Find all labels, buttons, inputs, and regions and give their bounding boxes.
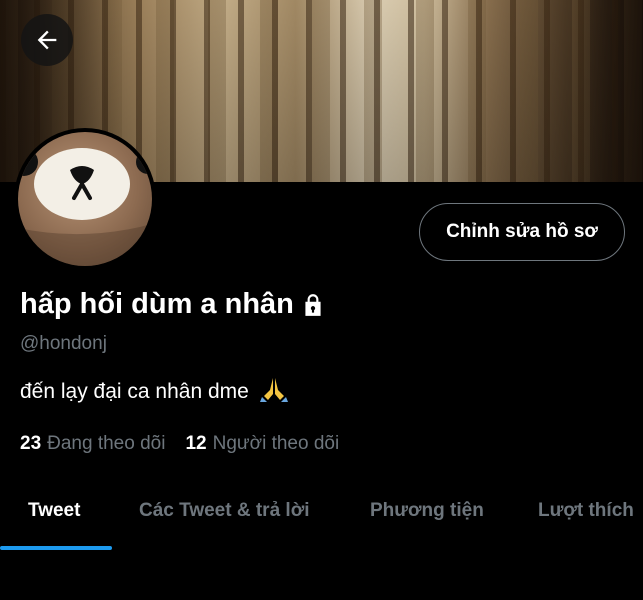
avatar[interactable] (14, 128, 156, 270)
tab-tweets-and-replies[interactable]: Các Tweet & trả lời (139, 474, 309, 548)
avatar-image (18, 132, 152, 266)
profile-stats: 23 Đang theo dõi 12 Người theo dõi (20, 433, 359, 455)
profile-bio: đến lạy đại ca nhân dme (20, 376, 289, 404)
profile-name-row: hấp hối dùm a nhân (20, 288, 326, 321)
folded-hands-icon (259, 378, 288, 402)
profile-tabs: Tweet Các Tweet & trả lời Phương tiện Lư… (0, 474, 643, 548)
lock-icon (305, 293, 321, 316)
tab-tweets[interactable]: Tweet (28, 474, 80, 548)
tab-likes[interactable]: Lượt thích (538, 474, 634, 548)
following-link[interactable]: 23 Đang theo dõi (20, 433, 165, 455)
edit-profile-button[interactable]: Chỉnh sửa hồ sơ (419, 203, 625, 261)
banner-right-shadow (573, 0, 643, 182)
following-label: Đang theo dõi (47, 433, 166, 454)
followers-label: Người theo dõi (212, 433, 340, 454)
following-count: 23 (20, 433, 42, 454)
arrow-left-icon (37, 30, 57, 50)
profile-handle: @hondonj (20, 333, 107, 354)
followers-link[interactable]: 12 Người theo dõi (185, 433, 339, 455)
back-button[interactable] (21, 14, 73, 66)
bio-text: đến lạy đại ca nhân dme (20, 380, 249, 403)
tab-media[interactable]: Phương tiện (370, 474, 484, 548)
active-tab-indicator (0, 546, 112, 550)
profile-name: hấp hối dùm a nhân (20, 288, 294, 320)
bear-face-icon (18, 148, 152, 266)
followers-count: 12 (185, 433, 207, 454)
